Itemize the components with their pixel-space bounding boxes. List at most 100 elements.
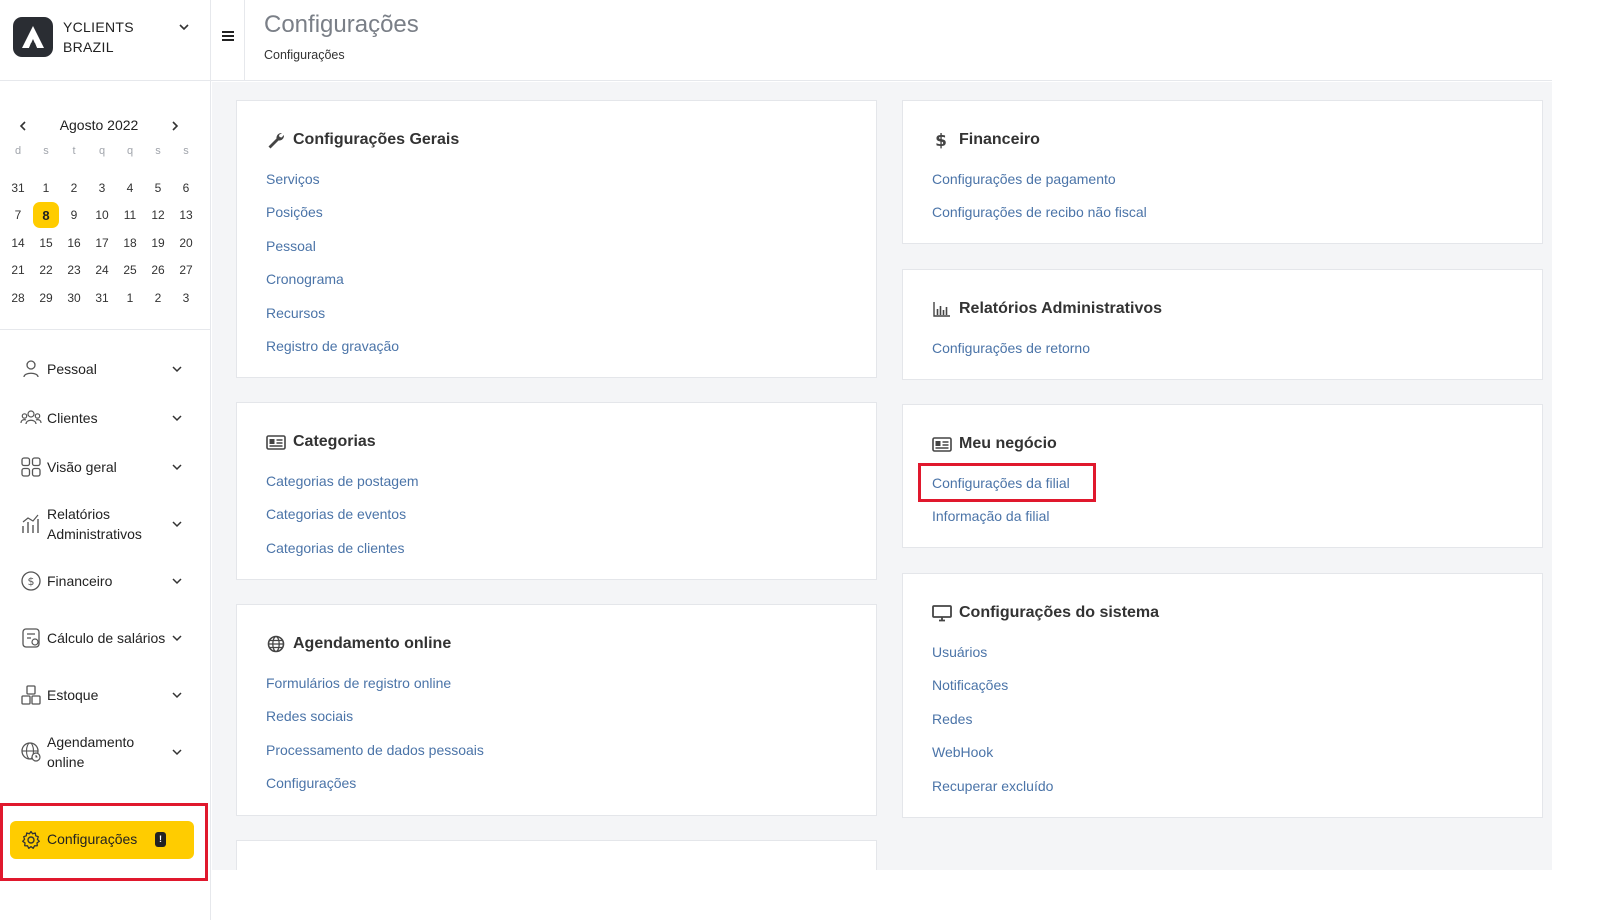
sidebar-item-estoque[interactable]: Estoque (0, 673, 211, 717)
link-configuracoes-recibo[interactable]: Configurações de recibo não fiscal (932, 202, 1147, 235)
link-formularios-registro[interactable]: Formulários de registro online (266, 673, 484, 706)
calendar-day[interactable]: 1 (116, 284, 144, 312)
link-redes-sociais[interactable]: Redes sociais (266, 706, 484, 739)
calendar-day[interactable]: 15 (32, 229, 60, 257)
calendar-day[interactable]: 27 (172, 257, 200, 285)
link-webhook[interactable]: WebHook (932, 742, 1053, 775)
calendar-day[interactable]: 6 (172, 174, 200, 202)
svg-text:$: $ (935, 131, 947, 149)
calendar-day[interactable]: 30 (60, 284, 88, 312)
sidebar-item-pessoal[interactable]: Pessoal (0, 347, 211, 391)
chevron-down-icon[interactable] (177, 20, 191, 34)
calendar-day[interactable]: 18 (116, 229, 144, 257)
link-recursos[interactable]: Recursos (266, 303, 399, 336)
calendar-day[interactable]: 2 (60, 174, 88, 202)
link-cronograma[interactable]: Cronograma (266, 269, 399, 302)
calendar-day[interactable]: 28 (4, 284, 32, 312)
sidebar-item-label: Financeiro (47, 573, 113, 589)
link-notificacoes[interactable]: Notificações (932, 675, 1053, 708)
card-title-text: Relatórios Administrativos (959, 300, 1163, 317)
sidebar-item-financeiro[interactable]: $ Financeiro (0, 559, 211, 603)
chevron-down-icon (172, 748, 182, 755)
sidebar-item-agendamento[interactable]: Agendamento online (0, 719, 211, 784)
link-configuracoes[interactable]: Configurações (266, 773, 484, 806)
link-usuarios[interactable]: Usuários (932, 642, 1053, 675)
menu-toggle-button[interactable] (211, 0, 245, 81)
payroll-icon (22, 627, 40, 648)
calendar-day[interactable]: 21 (4, 257, 32, 285)
sidebar-item-label: Visão geral (47, 459, 117, 475)
chevron-down-icon (172, 578, 182, 585)
calendar-day-today-label: 8 (33, 202, 59, 229)
calendar-day[interactable]: 12 (144, 202, 172, 230)
calendar-day[interactable]: 31 (88, 284, 116, 312)
calendar-day[interactable]: 17 (88, 229, 116, 257)
card-links: Categorias de postagem Categorias de eve… (266, 471, 419, 571)
card-agendamento-online: Agendamento online Formulários de regist… (236, 604, 877, 816)
calendar-day[interactable]: 5 (144, 174, 172, 202)
sidebar-item-label: Relatórios Administrativos (47, 505, 142, 542)
calendar-day[interactable]: 3 (172, 284, 200, 312)
calendar-day[interactable]: 13 (172, 202, 200, 230)
calendar-day[interactable]: 20 (172, 229, 200, 257)
calendar-day[interactable]: 19 (144, 229, 172, 257)
link-pessoal[interactable]: Pessoal (266, 236, 399, 269)
wrench-icon (268, 132, 285, 149)
chevron-down-icon (172, 634, 182, 641)
calendar-day[interactable]: 3 (88, 174, 116, 202)
calendar-day[interactable]: 2 (144, 284, 172, 312)
calendar-day[interactable]: 14 (4, 229, 32, 257)
card-title: Relatórios Administrativos (932, 300, 1162, 318)
calendar-day[interactable]: 26 (144, 257, 172, 285)
link-processamento-dados[interactable]: Processamento de dados pessoais (266, 740, 484, 773)
calendar-day[interactable]: 4 (116, 174, 144, 202)
calendar-weekday: s (183, 145, 189, 157)
calendar-day[interactable]: 24 (88, 257, 116, 285)
link-registro-gravacao[interactable]: Registro de gravação (266, 336, 399, 369)
link-configuracoes-retorno[interactable]: Configurações de retorno (932, 338, 1090, 371)
sidebar-item-visao-geral[interactable]: Visão geral (0, 445, 211, 489)
link-categorias-clientes[interactable]: Categorias de clientes (266, 538, 419, 571)
card-title-text: Configurações Gerais (293, 131, 460, 148)
calendar-day[interactable]: 1 (32, 174, 60, 202)
calendar-weekday: t (72, 145, 76, 157)
card-title: Configurações do sistema (932, 604, 1159, 622)
link-servicos[interactable]: Serviços (266, 169, 399, 202)
link-configuracoes-pagamento[interactable]: Configurações de pagamento (932, 169, 1147, 202)
card-title-text: Agendamento online (293, 635, 452, 652)
hamburger-icon (222, 31, 234, 33)
calendar-weekdays: dstqqss (4, 145, 200, 157)
calendar-day[interactable]: 31 (4, 174, 32, 202)
calendar-day[interactable]: 25 (116, 257, 144, 285)
calendar-day[interactable]: 29 (32, 284, 60, 312)
sidebar-item-clientes[interactable]: Clientes (0, 396, 211, 440)
calendar-weekday: q (126, 145, 134, 157)
sidebar-item-relatorios[interactable]: Relatórios Administrativos (0, 491, 211, 556)
sidebar-item-calculo-salarios[interactable]: Cálculo de salários (0, 605, 211, 670)
calendar-day[interactable]: 7 (4, 202, 32, 230)
link-categorias-postagem[interactable]: Categorias de postagem (266, 471, 419, 504)
chevron-down-icon (172, 464, 182, 471)
calendar-day[interactable]: 23 (60, 257, 88, 285)
sidebar-item-label: Estoque (47, 687, 99, 703)
highlight-box (0, 803, 208, 881)
link-informacao-filial[interactable]: Informação da filial (932, 506, 1070, 539)
chevron-right-icon[interactable] (168, 119, 182, 133)
calendar-day[interactable]: 22 (32, 257, 60, 285)
calendar-day[interactable]: 11 (116, 202, 144, 230)
link-posicoes[interactable]: Posições (266, 202, 399, 235)
calendar-day[interactable]: 16 (60, 229, 88, 257)
calendar-day-today[interactable]: 8 (32, 202, 60, 230)
link-categorias-eventos[interactable]: Categorias de eventos (266, 504, 419, 537)
link-recuperar-excluido[interactable]: Recuperar excluído (932, 776, 1053, 809)
calendar-weekday: s (43, 145, 49, 157)
link-redes[interactable]: Redes (932, 709, 1053, 742)
card-title-text: Meu negócio (959, 435, 1057, 452)
brand-logo (13, 17, 53, 57)
sidebar-item-label: Clientes (47, 410, 98, 426)
brand-switcher[interactable]: YCLIENTS BRAZIL (0, 0, 211, 81)
calendar-day[interactable]: 9 (60, 202, 88, 230)
breadcrumb[interactable]: Configurações (264, 48, 345, 62)
person-icon (23, 360, 39, 378)
calendar-day[interactable]: 10 (88, 202, 116, 230)
